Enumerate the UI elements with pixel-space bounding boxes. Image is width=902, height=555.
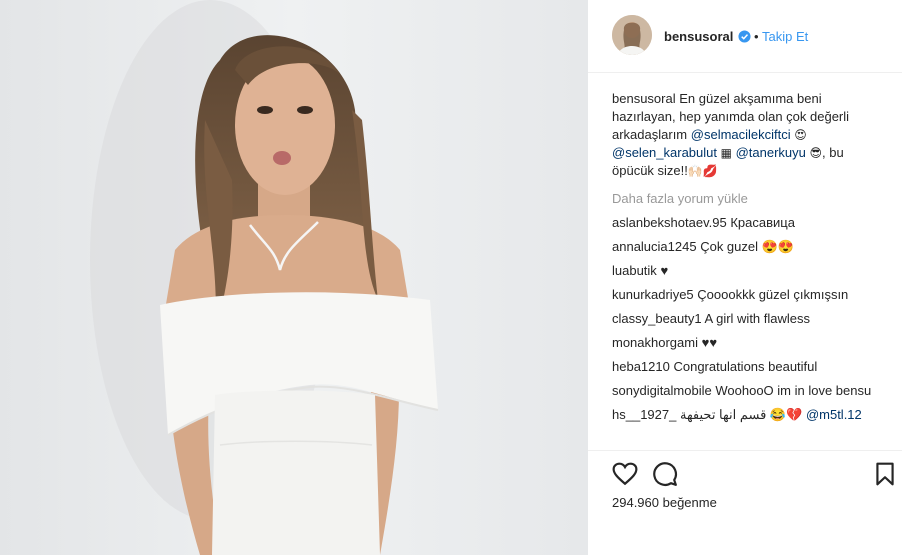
action-bar <box>588 450 902 497</box>
post-caption: bensusoral En güzel akşamıma beni hazırl… <box>612 90 880 180</box>
caption-mention[interactable]: @selmacilekciftci <box>691 127 791 142</box>
post-header: bensusoral • Takip Et <box>588 0 902 73</box>
comment-item: monakhorgami ♥♥ <box>612 334 880 352</box>
post-side-panel: bensusoral • Takip Et bensusoral En güze… <box>588 0 902 555</box>
comments-section: bensusoral En güzel akşamıma beni hazırl… <box>612 90 880 424</box>
comment-username[interactable]: classy_beauty1 <box>612 311 702 326</box>
separator-dot: • <box>754 29 759 44</box>
load-more-comments[interactable]: Daha fazla yorum yükle <box>612 190 880 208</box>
bookmark-icon[interactable] <box>872 461 898 487</box>
verified-badge-icon <box>738 30 751 43</box>
caption-emoji: ▦ <box>720 146 732 160</box>
comment-username[interactable]: sonydigitalmobile <box>612 383 712 398</box>
comment-item: heba1210 Congratulations beautiful <box>612 358 880 376</box>
avatar[interactable] <box>612 15 652 55</box>
comment-item: classy_beauty1 A girl with flawless <box>612 310 880 328</box>
header-username[interactable]: bensusoral <box>664 29 733 45</box>
comment-username[interactable]: annalucia1245 <box>612 239 697 254</box>
caption-username[interactable]: bensusoral <box>612 91 676 106</box>
comment-text: قسم انها تحيفهة 😂💔 <box>679 407 803 422</box>
photo-illustration <box>0 0 588 555</box>
post-photo[interactable] <box>0 0 588 555</box>
likes-count[interactable]: 294.960 beğenme <box>612 494 717 512</box>
caption-emoji: 😎 <box>809 146 823 160</box>
comment-username[interactable]: hs__1927_ <box>612 407 676 422</box>
comment-text: ♥ <box>660 263 669 278</box>
comment-username[interactable]: heba1210 <box>612 359 670 374</box>
follow-button[interactable]: Takip Et <box>762 29 808 45</box>
comment-text: Çooookkk güzel çıkmışsın <box>697 287 849 302</box>
comment-item: sonydigitalmobile WoohooO im in love ben… <box>612 382 880 400</box>
caption-emoji: 🙌🏻💋 <box>687 164 718 178</box>
heart-icon[interactable] <box>612 461 638 487</box>
caption-mention[interactable]: @tanerkuyu <box>736 145 806 160</box>
comment-text: Congratulations beautiful <box>673 359 818 374</box>
comment-item: annalucia1245 Çok guzel 😍😍 <box>612 238 880 256</box>
comment-username[interactable]: kunurkadriye5 <box>612 287 694 302</box>
comment-text: Çok guzel 😍😍 <box>700 239 794 254</box>
caption-emoji: 😍 <box>794 128 807 142</box>
caption-mention[interactable]: @selen_karabulut <box>612 145 717 160</box>
comment-item: aslanbekshotaev.95 Красавица <box>612 214 880 232</box>
comment-mention[interactable]: @m5tl.12 <box>806 407 862 422</box>
likes-label: 294.960 beğenme <box>612 495 717 510</box>
comment-item: luabutik ♥ <box>612 262 880 280</box>
comment-text: ♥♥ <box>701 335 718 350</box>
comment-username[interactable]: luabutik <box>612 263 657 278</box>
comment-username[interactable]: monakhorgami <box>612 335 698 350</box>
comment-icon[interactable] <box>652 461 678 487</box>
comment-text: WoohooO im in love bensu <box>715 383 872 398</box>
comment-text: A girl with flawless <box>704 311 811 326</box>
comment-item: hs__1927_ قسم انها تحيفهة 😂💔 @m5tl.12 <box>612 406 880 424</box>
comment-text: Красавица <box>730 215 795 230</box>
comment-item: kunurkadriye5 Çooookkk güzel çıkmışsın <box>612 286 880 304</box>
comment-username[interactable]: aslanbekshotaev.95 <box>612 215 727 230</box>
avatar-image <box>612 15 652 55</box>
